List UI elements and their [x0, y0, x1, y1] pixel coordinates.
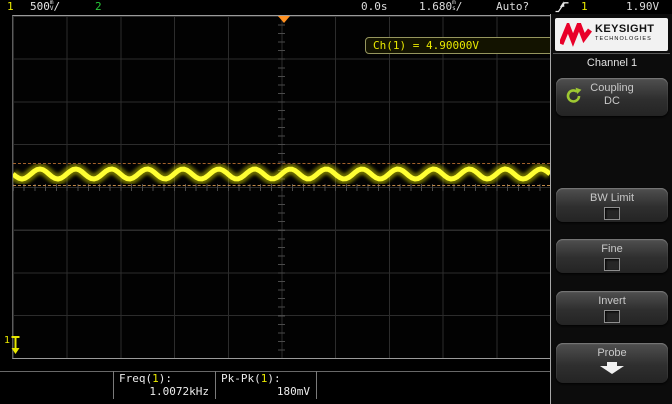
rotate-knob-icon — [565, 87, 582, 107]
keysight-logo: KEYSIGHT TECHNOLOGIES — [555, 18, 668, 51]
trigger-time-marker-icon — [278, 16, 290, 23]
ch1-badge: 1 — [7, 0, 14, 13]
ch1-ground-marker: 1 — [4, 336, 21, 355]
probe-label: Probe — [556, 343, 668, 360]
delay-readout: 0.0s — [361, 0, 388, 13]
ch1-scale-readout: 500mV/ — [30, 0, 60, 13]
panel-divider — [553, 53, 670, 54]
fine-softkey[interactable]: Fine — [556, 239, 668, 273]
measurement-freq-label: Freq(1): — [114, 371, 216, 385]
oscilloscope-screen: 1 500mV/ 2 0.0s 1.680ms/ Auto? 1 1.90V C… — [0, 0, 672, 404]
status-bar: 1 500mV/ 2 0.0s 1.680ms/ Auto? 1 1.90V — [0, 0, 672, 14]
measurement-pkpk-label: Pk-Pk(1): — [216, 371, 317, 385]
invert-label: Invert — [556, 291, 668, 308]
ground-arrow-icon — [11, 336, 21, 355]
timebase-readout: 1.680ms/ — [419, 0, 462, 13]
bw-limit-checkbox[interactable] — [604, 207, 620, 220]
bw-limit-softkey[interactable]: BW Limit — [556, 188, 668, 222]
waveform-svg — [13, 16, 550, 358]
trigger-mode-readout: Auto? — [496, 0, 529, 13]
keysight-spark-icon — [560, 23, 592, 47]
fine-label: Fine — [556, 239, 668, 256]
measurement-pkpk-value: 180mV — [277, 385, 310, 398]
menu-title: Channel 1 — [551, 57, 672, 69]
brand-name: KEYSIGHT — [595, 23, 654, 36]
fine-checkbox[interactable] — [604, 258, 620, 271]
trigger-level-readout: 1.90V — [626, 0, 659, 13]
bw-limit-label: BW Limit — [556, 188, 668, 205]
measurement-strip-end-border — [316, 371, 317, 399]
measurement-freq: Freq(1): 1.0072kHz — [113, 371, 216, 399]
brand-subtitle: TECHNOLOGIES — [595, 36, 654, 43]
graticule: Ch(1) = 4.90000V — [12, 15, 551, 359]
probe-softkey[interactable]: Probe — [556, 343, 668, 383]
expand-arrow-down-icon — [599, 362, 625, 374]
coupling-softkey[interactable]: Coupling DC — [556, 78, 668, 116]
trigger-source-readout: 1 — [581, 0, 588, 13]
ch2-badge: 2 — [95, 0, 102, 13]
channel-readout-box: Ch(1) = 4.90000V — [365, 37, 554, 54]
invert-checkbox[interactable] — [604, 310, 620, 323]
measurement-pkpk: Pk-Pk(1): 180mV — [215, 371, 317, 399]
invert-softkey[interactable]: Invert — [556, 291, 668, 325]
measurement-freq-value: 1.0072kHz — [149, 385, 209, 398]
softkey-panel: KEYSIGHT TECHNOLOGIES Channel 1 Coupling… — [550, 14, 672, 404]
